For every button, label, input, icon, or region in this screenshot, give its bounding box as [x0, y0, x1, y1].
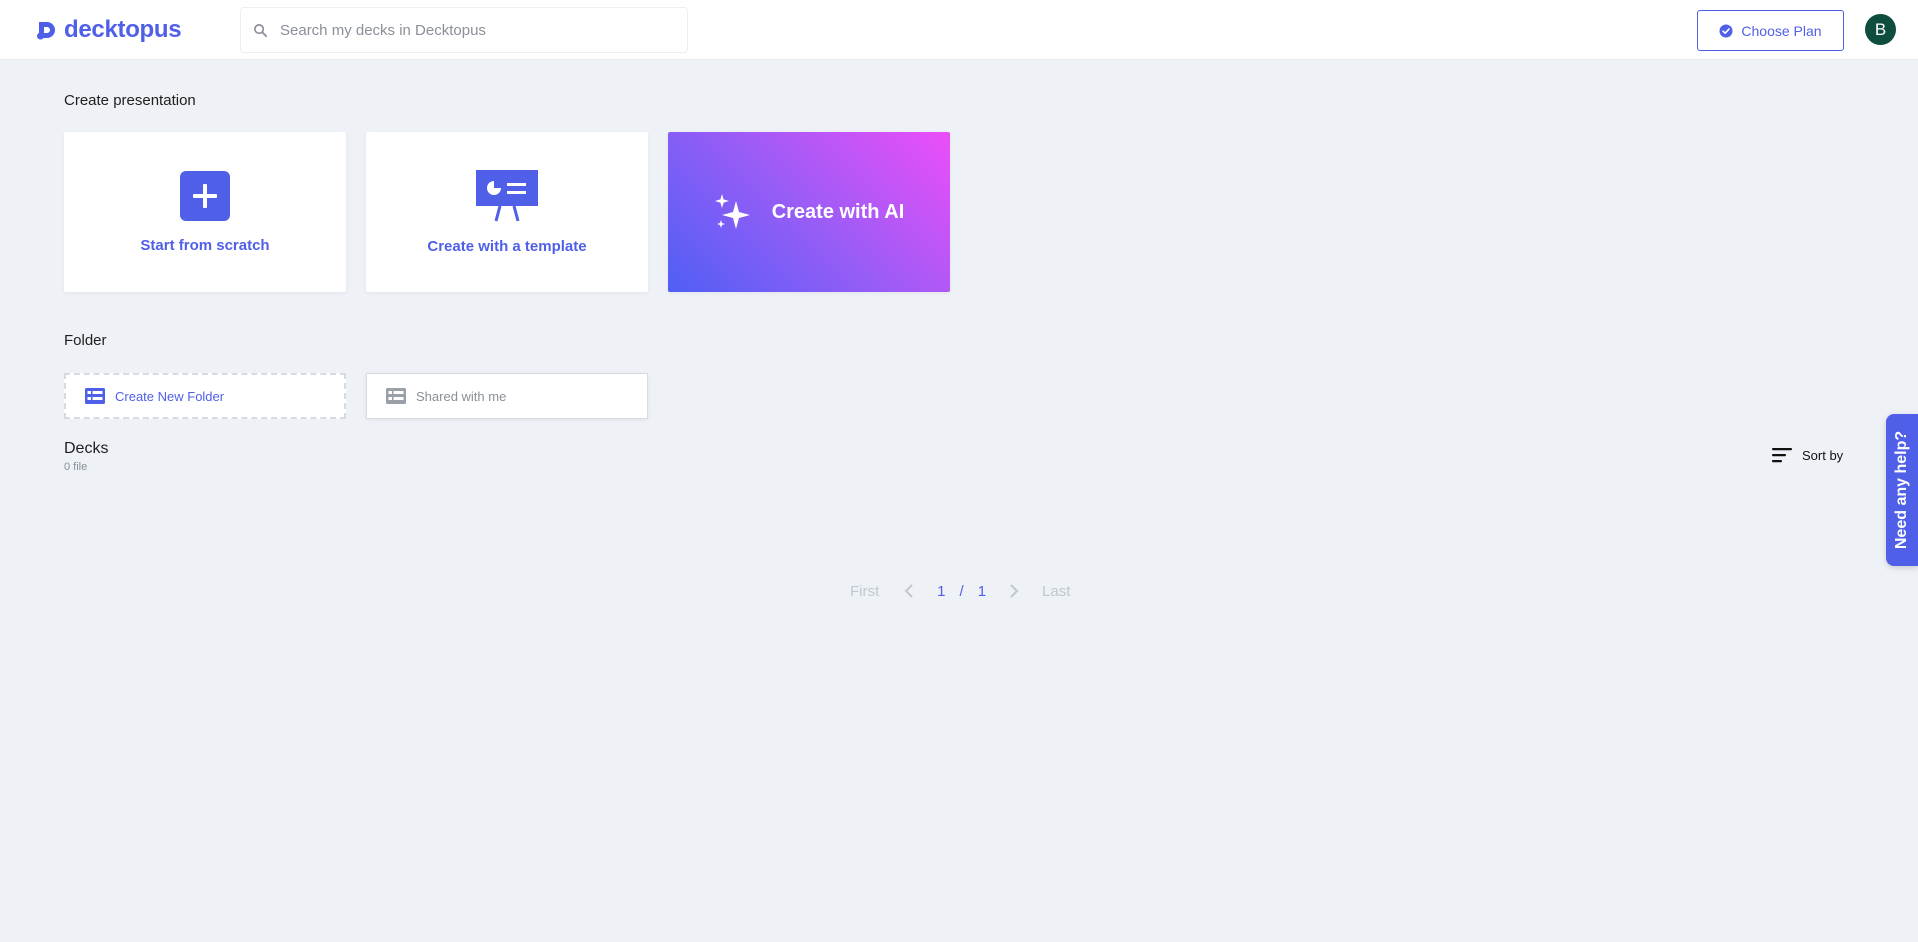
start-from-scratch-label: Start from scratch	[140, 236, 270, 254]
choose-plan-button[interactable]: Choose Plan	[1697, 10, 1844, 51]
start-from-scratch-card[interactable]: Start from scratch	[64, 132, 346, 292]
create-new-folder-button[interactable]: Create New Folder	[64, 373, 346, 419]
sort-by-label: Sort by	[1802, 447, 1844, 463]
create-with-ai-label: Create with AI	[771, 200, 905, 223]
create-with-ai-card[interactable]: Create with AI	[668, 132, 950, 292]
need-help-label: Need any help?	[1893, 430, 1910, 550]
total-pages: 1	[977, 582, 987, 600]
chevron-right-icon[interactable]	[1008, 584, 1020, 598]
folder-title: Folder	[64, 332, 107, 349]
decks-count: 0 file	[64, 461, 88, 473]
create-with-template-card[interactable]: Create with a template	[366, 132, 648, 292]
search-icon	[254, 23, 268, 37]
logo[interactable]: decktopus	[36, 15, 182, 45]
top-bar: decktopus Choose Plan B	[0, 0, 1918, 60]
create-new-folder-label: Create New Folder	[115, 388, 225, 404]
logo-text: decktopus	[64, 16, 182, 43]
create-with-template-label: Create with a template	[427, 237, 587, 255]
page-separator: /	[959, 582, 964, 600]
sort-lines-icon	[1772, 448, 1792, 463]
folder-list-icon	[85, 388, 105, 404]
decktopus-logo-icon	[37, 22, 55, 40]
sparkles-icon	[714, 194, 750, 229]
shared-with-me-folder[interactable]: Shared with me	[366, 373, 648, 419]
choose-plan-label: Choose Plan	[1741, 22, 1822, 39]
sort-by-button[interactable]: Sort by	[1772, 447, 1843, 463]
last-page-button[interactable]: Last	[1042, 583, 1070, 600]
need-help-tab[interactable]: Need any help?	[1886, 414, 1918, 566]
presentation-board-icon	[476, 169, 538, 221]
shared-folder-icon	[386, 388, 406, 404]
decks-title: Decks	[64, 440, 109, 457]
chevron-left-icon[interactable]	[903, 584, 915, 598]
first-page-button[interactable]: First	[850, 583, 879, 600]
create-presentation-title: Create presentation	[64, 92, 196, 109]
pagination: First 1 / 1 Last	[850, 580, 1070, 602]
avatar[interactable]: B	[1865, 14, 1896, 45]
current-page: 1	[937, 582, 946, 600]
search-input[interactable]	[280, 21, 660, 39]
check-badge-icon	[1719, 24, 1733, 37]
shared-with-me-label: Shared with me	[416, 388, 507, 404]
search-box[interactable]	[240, 7, 688, 53]
plus-icon	[180, 170, 230, 221]
